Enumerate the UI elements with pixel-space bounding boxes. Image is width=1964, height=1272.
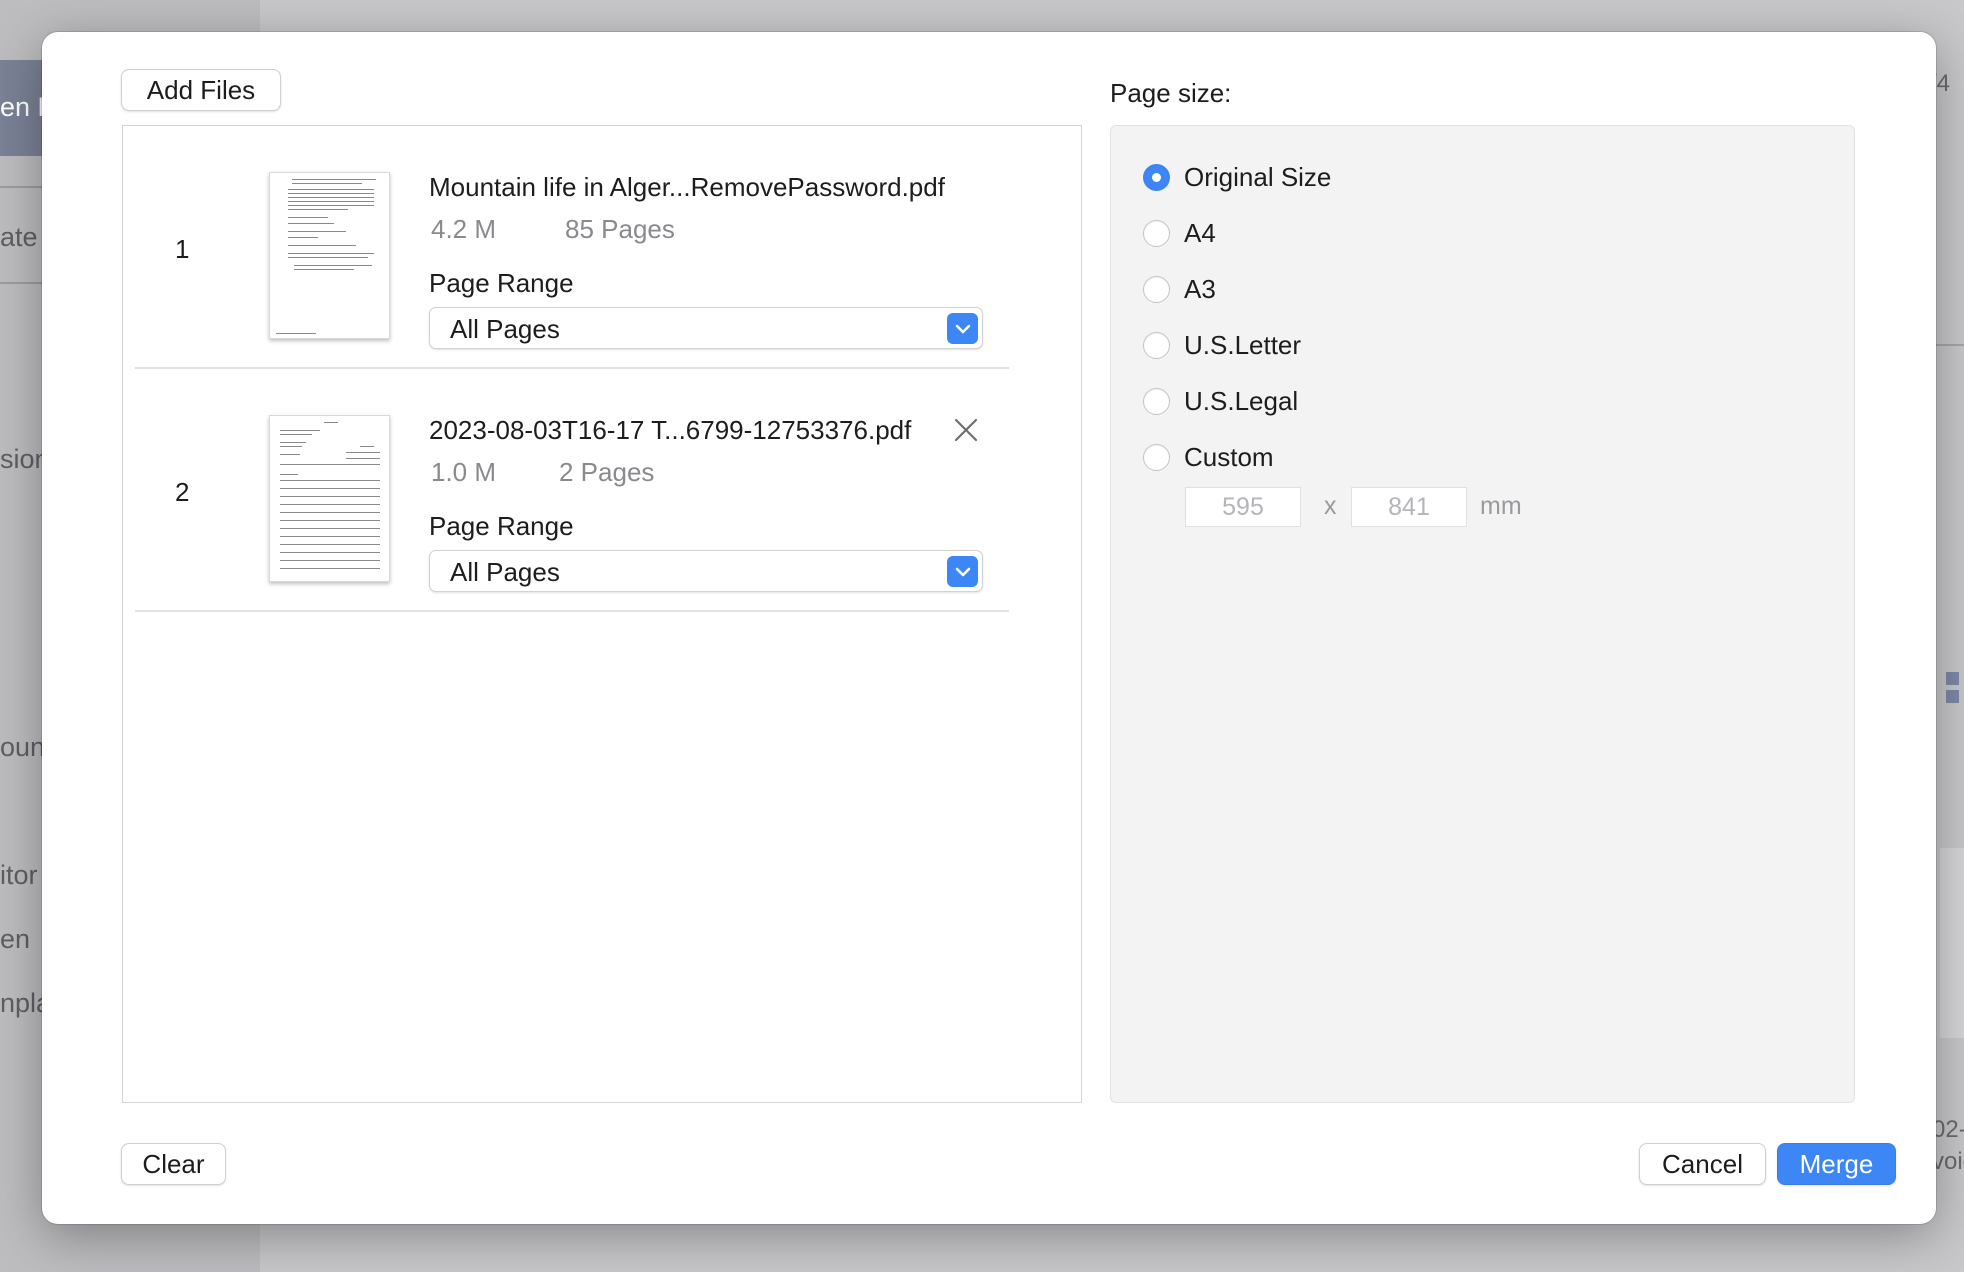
background-document-thumbnail — [1940, 848, 1964, 1038]
file-row[interactable]: 2 2023-08-03T16-17 T...6799-12753376.pdf… — [135, 369, 1009, 612]
add-files-button[interactable]: Add Files — [121, 69, 281, 111]
page-range-value: All Pages — [450, 557, 560, 587]
page-size-panel: Original Size A4 A3 U.S.Letter U.S.Legal… — [1110, 125, 1855, 1103]
radio-label: A3 — [1184, 273, 1216, 304]
file-row[interactable]: 1 Mountain life in Alger...RemovePasswor… — [135, 126, 1009, 369]
page-range-label: Page Range — [429, 268, 574, 298]
radio-label: A4 — [1184, 217, 1216, 248]
radio-label: U.S.Letter — [1184, 329, 1302, 360]
radio-us-letter[interactable]: U.S.Letter — [1143, 327, 1301, 363]
file-thumbnail — [269, 172, 390, 339]
radio-button[interactable] — [1143, 219, 1170, 247]
background-file-label: 02- — [1932, 1116, 1964, 1143]
radio-a4[interactable]: A4 — [1143, 215, 1216, 251]
clear-button[interactable]: Clear — [121, 1143, 226, 1185]
background-grid-icon — [1946, 690, 1959, 703]
page-range-value: All Pages — [450, 314, 560, 344]
custom-height-input[interactable]: 841 — [1351, 487, 1467, 527]
radio-a3[interactable]: A3 — [1143, 271, 1216, 307]
merge-button[interactable]: Merge — [1777, 1143, 1896, 1185]
radio-button[interactable] — [1143, 387, 1170, 415]
page-size-label: Page size: — [1110, 78, 1232, 108]
dimension-unit: mm — [1480, 492, 1522, 520]
radio-button[interactable] — [1143, 443, 1170, 471]
radio-button-selected[interactable] — [1143, 163, 1170, 191]
radio-label: Custom — [1184, 441, 1274, 472]
file-index: 2 — [175, 477, 190, 507]
background-sidebar-item: itor — [0, 860, 38, 890]
radio-label: U.S.Legal — [1184, 385, 1299, 416]
radio-custom[interactable]: Custom — [1143, 439, 1274, 475]
background-sidebar-item: en — [0, 924, 31, 954]
background-sidebar-item: ate — [0, 222, 38, 252]
file-thumbnail — [269, 415, 390, 582]
merge-dialog: Add Files 1 Mountain life in Alger...Rem… — [42, 32, 1936, 1224]
file-index: 1 — [175, 234, 190, 264]
page-range-select[interactable]: All Pages — [429, 550, 983, 592]
file-page-count: 85 Pages — [565, 214, 675, 244]
close-icon[interactable] — [953, 417, 979, 443]
file-name: 2023-08-03T16-17 T...6799-12753376.pdf — [429, 415, 912, 445]
radio-label: Original Size — [1184, 161, 1332, 192]
file-size: 1.0 M — [431, 457, 497, 487]
radio-button[interactable] — [1143, 275, 1170, 303]
radio-us-legal[interactable]: U.S.Legal — [1143, 383, 1298, 419]
background-divider — [1934, 344, 1964, 346]
radio-original-size[interactable]: Original Size — [1143, 159, 1331, 195]
custom-width-input[interactable]: 595 — [1185, 487, 1301, 527]
page-range-select[interactable]: All Pages — [429, 307, 983, 349]
chevron-down-icon[interactable] — [947, 556, 978, 587]
file-list[interactable]: 1 Mountain life in Alger...RemovePasswor… — [122, 125, 1082, 1103]
dimension-separator: x — [1324, 492, 1337, 520]
file-name: Mountain life in Alger...RemovePassword.… — [429, 172, 945, 202]
page-range-label: Page Range — [429, 511, 574, 541]
radio-button[interactable] — [1143, 331, 1170, 359]
background-grid-icon — [1946, 672, 1959, 685]
cancel-button[interactable]: Cancel — [1639, 1143, 1766, 1185]
background-file-label: voic — [1932, 1148, 1964, 1175]
chevron-down-icon[interactable] — [947, 313, 978, 344]
file-page-count: 2 Pages — [559, 457, 655, 487]
file-size: 4.2 M — [431, 214, 497, 244]
